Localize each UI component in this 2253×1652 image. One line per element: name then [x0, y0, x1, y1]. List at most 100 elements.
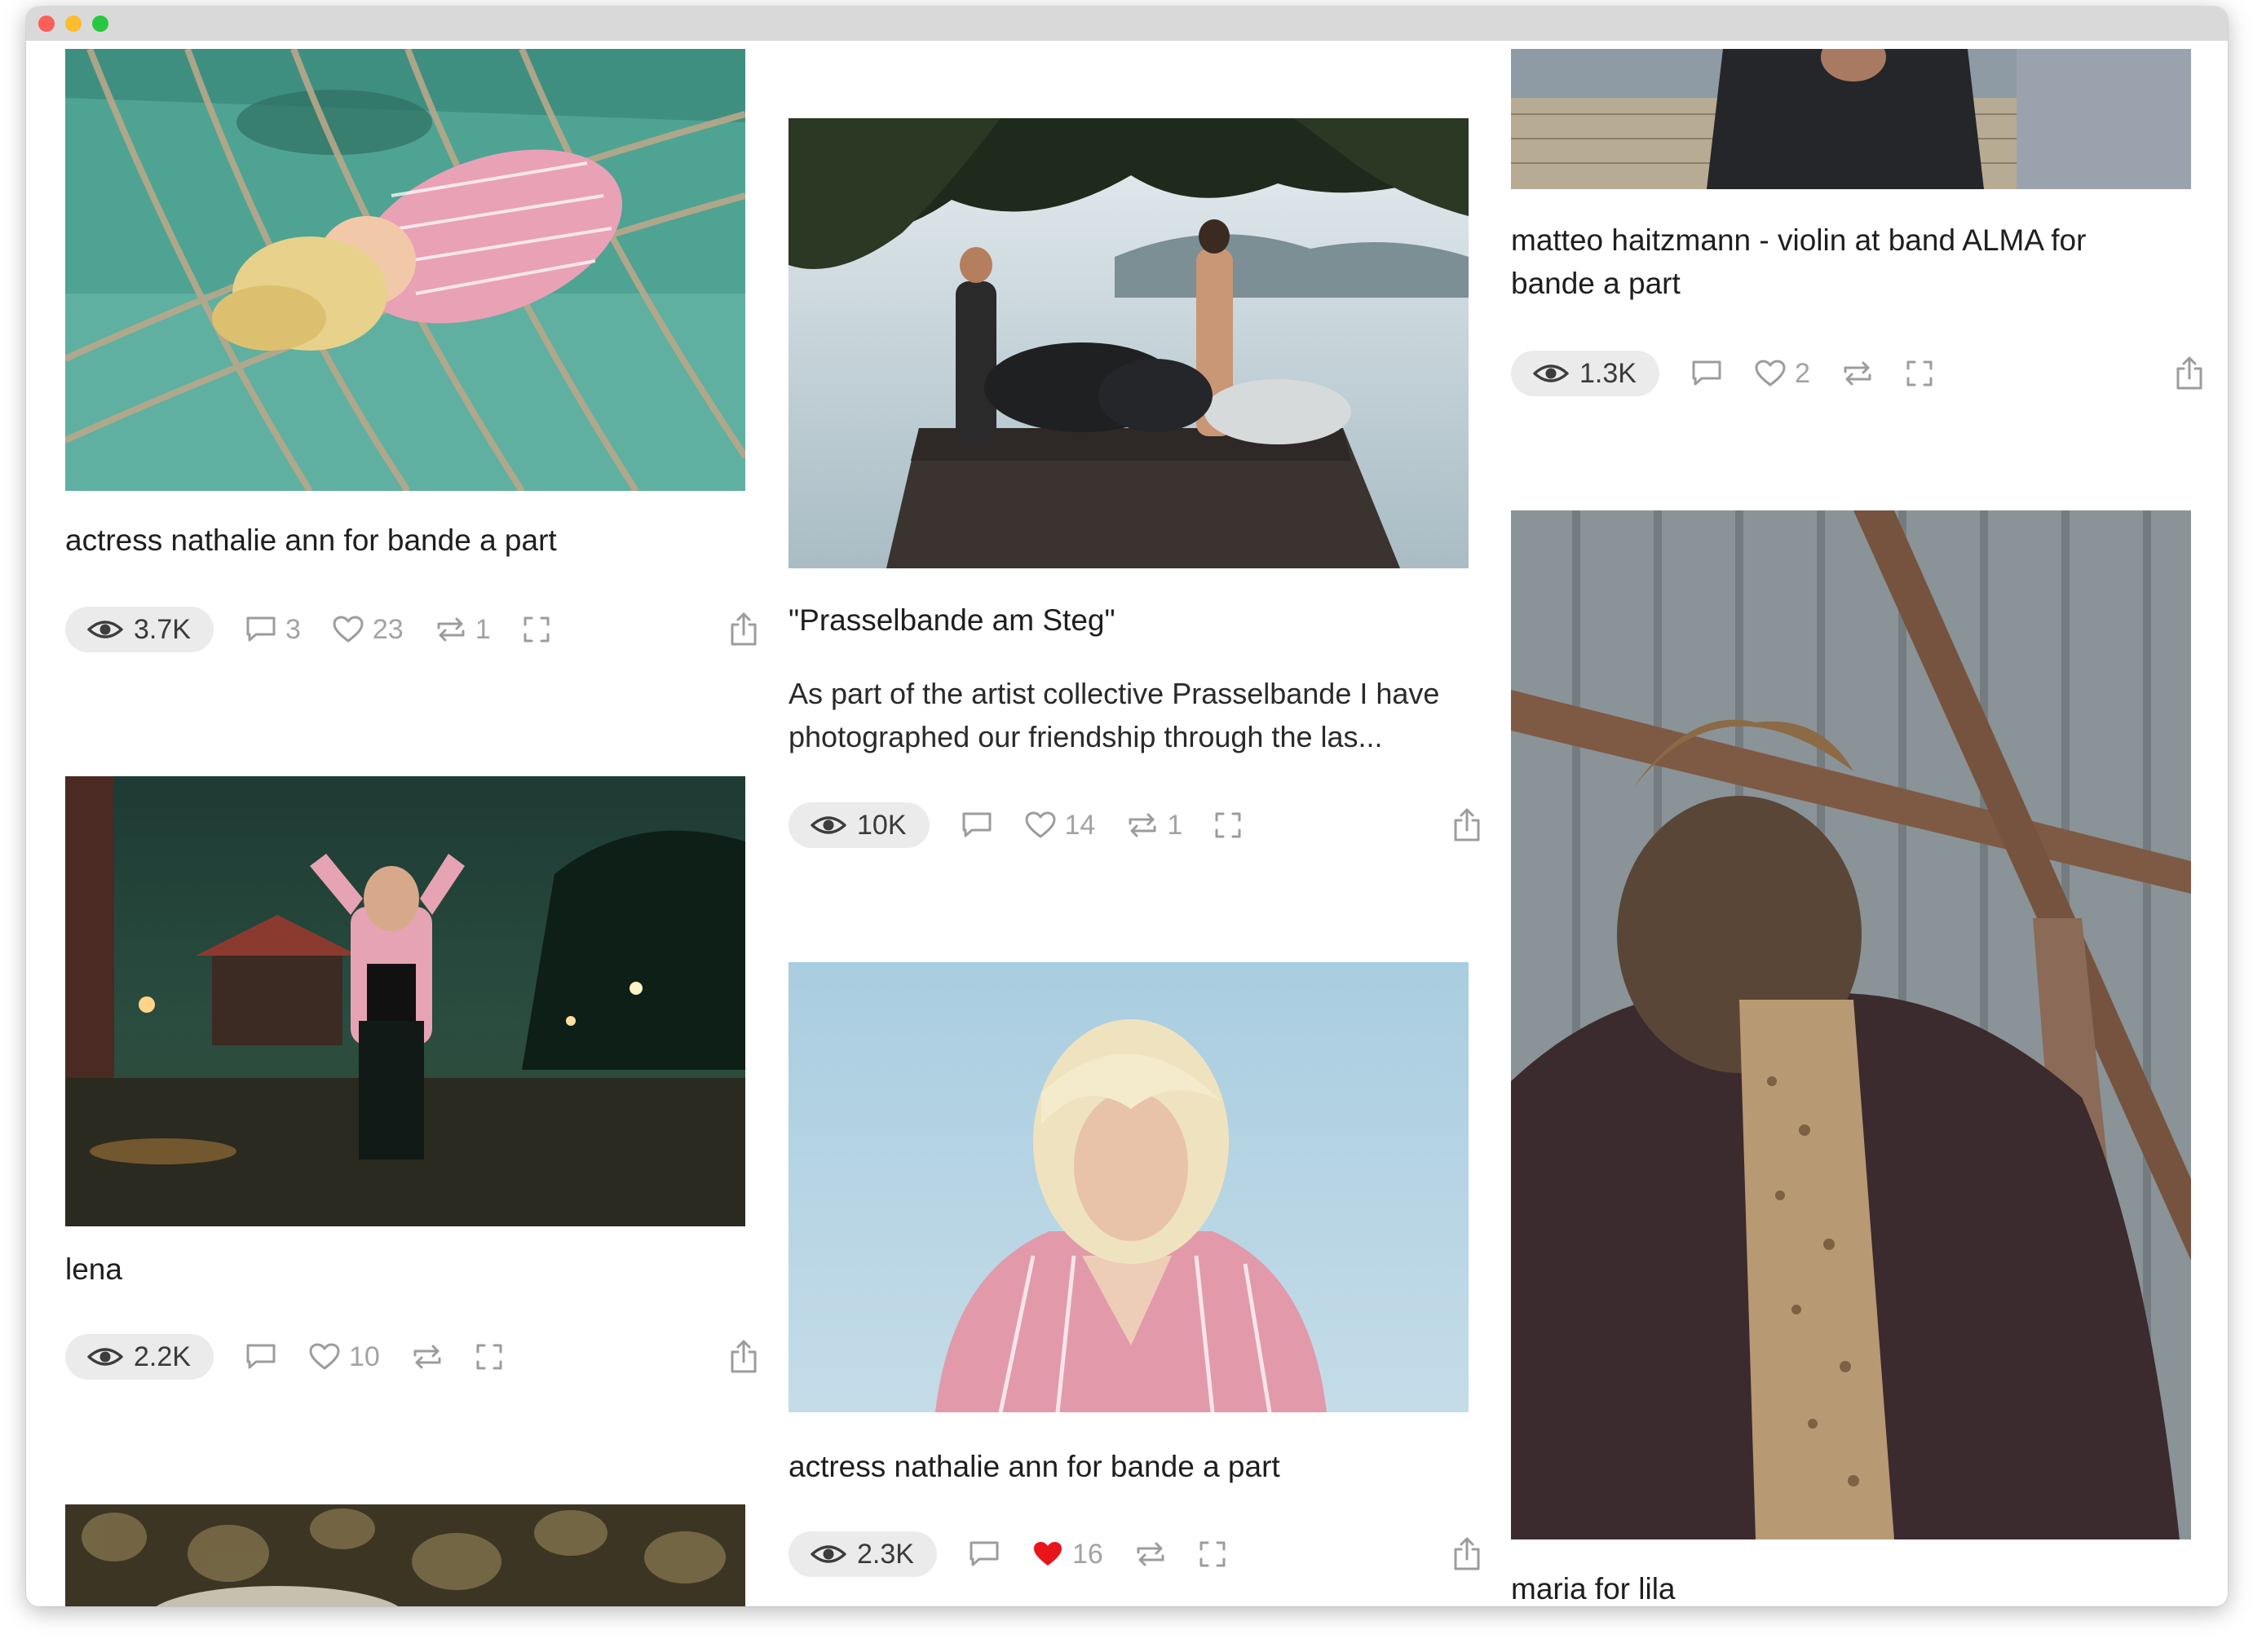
- views-counter[interactable]: 10K: [789, 802, 930, 848]
- fullscreen-icon: [1906, 360, 1933, 386]
- repost-icon: [1129, 813, 1156, 837]
- photo-caption: matteo haitzmann - violin at band ALMA f…: [1511, 219, 2086, 305]
- photo-caption: actress nathalie ann for bande a part: [789, 1450, 1280, 1483]
- photo-image: [789, 962, 1469, 1412]
- like-button[interactable]: 2: [1754, 358, 1810, 390]
- repost-count: 1: [1167, 809, 1183, 841]
- comment-icon: [962, 812, 991, 837]
- fullscreen-button[interactable]: [1198, 1539, 1227, 1569]
- like-button[interactable]: 10: [308, 1341, 380, 1373]
- eye-icon: [87, 1348, 123, 1366]
- views-count: 2.2K: [134, 1341, 191, 1372]
- views-counter[interactable]: 3.7K: [65, 607, 214, 652]
- comment-button[interactable]: [245, 1342, 277, 1372]
- heart-icon: [333, 616, 364, 643]
- fullscreen-icon: [476, 1344, 502, 1370]
- like-count: 16: [1071, 1538, 1103, 1570]
- share-button[interactable]: [729, 1339, 758, 1379]
- comment-icon: [246, 616, 276, 642]
- fullscreen-button[interactable]: [1905, 359, 1934, 388]
- photo-actions: 10K 14 1: [789, 802, 1243, 848]
- heart-icon: [1025, 811, 1055, 838]
- photo-image: [65, 1504, 745, 1606]
- repost-button[interactable]: 1: [1126, 810, 1182, 841]
- like-button[interactable]: 14: [1024, 809, 1096, 841]
- share-icon: [1454, 808, 1480, 841]
- photo-caption: maria for lila: [1511, 1572, 1676, 1606]
- views-count: 10K: [857, 809, 907, 841]
- fullscreen-button[interactable]: [522, 615, 551, 644]
- photo-actions: 2.2K 10: [65, 1334, 504, 1380]
- description-line: photographed our friendship through the …: [789, 720, 1383, 753]
- share-icon: [731, 612, 757, 646]
- repost-button[interactable]: [1841, 359, 1874, 388]
- eye-icon: [87, 621, 123, 638]
- repost-icon: [437, 617, 465, 642]
- views-counter[interactable]: 2.3K: [789, 1531, 937, 1577]
- photo-lena-night[interactable]: [65, 776, 745, 1226]
- views-count: 3.7K: [134, 613, 191, 645]
- comment-button[interactable]: 3: [245, 614, 301, 646]
- minimize-window-button[interactable]: [65, 15, 82, 32]
- like-count: 14: [1064, 809, 1096, 841]
- repost-button[interactable]: [1134, 1539, 1167, 1569]
- repost-button[interactable]: 1: [435, 614, 491, 646]
- photo-image: [789, 118, 1469, 568]
- share-icon: [731, 1340, 757, 1373]
- heart-icon: [309, 1343, 340, 1370]
- fullscreen-icon: [523, 616, 550, 643]
- photo-hammock-woman[interactable]: [65, 49, 745, 491]
- photo-caption: "Prasselbande am Steg": [789, 603, 1115, 637]
- heart-icon: [1755, 360, 1786, 386]
- views-counter[interactable]: 2.2K: [65, 1334, 214, 1380]
- caption-line: bande a part: [1511, 267, 1681, 300]
- like-button-liked[interactable]: 16: [1032, 1539, 1103, 1570]
- photo-image: [1511, 49, 2191, 189]
- fullscreen-icon: [1215, 812, 1241, 838]
- photo-caption: actress nathalie ann for bande a part: [65, 523, 557, 557]
- photo-caption: lena: [65, 1252, 122, 1286]
- comment-button[interactable]: [1690, 359, 1723, 388]
- share-button[interactable]: [729, 612, 758, 652]
- comment-count: 3: [285, 613, 301, 645]
- photo-description: As part of the artist collective Prassel…: [789, 672, 1439, 758]
- views-counter[interactable]: 1.3K: [1511, 351, 1659, 396]
- caption-line: matteo haitzmann - violin at band ALMA f…: [1511, 223, 2087, 257]
- close-window-button[interactable]: [38, 15, 55, 32]
- zoom-window-button[interactable]: [92, 15, 108, 32]
- fullscreen-button[interactable]: [1213, 811, 1243, 840]
- fullscreen-button[interactable]: [475, 1342, 504, 1372]
- photo-actions: 2.3K 16: [789, 1531, 1227, 1577]
- repost-icon: [1137, 1542, 1164, 1566]
- eye-icon: [811, 816, 846, 834]
- views-count: 2.3K: [857, 1538, 914, 1570]
- photo-image: [1511, 510, 2191, 1539]
- comment-button[interactable]: [968, 1539, 1001, 1569]
- repost-button[interactable]: [411, 1342, 444, 1372]
- share-button[interactable]: [1452, 1536, 1482, 1576]
- photo-maria-scarf[interactable]: [1511, 510, 2191, 1539]
- browser-window: actress nathalie ann for bande a part 3.…: [26, 7, 2228, 1606]
- share-button[interactable]: [1452, 807, 1482, 847]
- photo-blonde-portrait[interactable]: [789, 962, 1469, 1412]
- like-count: 10: [348, 1341, 380, 1372]
- share-icon: [1454, 1537, 1480, 1570]
- description-line: As part of the artist collective Prassel…: [789, 677, 1440, 710]
- photo-image: [65, 776, 745, 1226]
- photo-image: [65, 49, 745, 491]
- photo-actions: 3.7K 3 23 1: [65, 607, 551, 652]
- heart-filled-icon: [1033, 1542, 1062, 1566]
- window-titlebar: [26, 7, 2228, 41]
- eye-icon: [811, 1545, 846, 1563]
- fullscreen-icon: [1199, 1541, 1226, 1567]
- like-count: 23: [372, 613, 404, 645]
- photo-damask-wallpaper[interactable]: [65, 1504, 745, 1606]
- eye-icon: [1533, 364, 1569, 382]
- like-count: 2: [1794, 357, 1810, 389]
- share-button[interactable]: [2175, 356, 2204, 395]
- like-button[interactable]: 23: [332, 614, 404, 646]
- comment-icon: [246, 1344, 276, 1369]
- photo-prasselbande-pier[interactable]: [789, 118, 1469, 568]
- comment-button[interactable]: [961, 811, 993, 840]
- photo-matteo-violinist[interactable]: [1511, 49, 2191, 189]
